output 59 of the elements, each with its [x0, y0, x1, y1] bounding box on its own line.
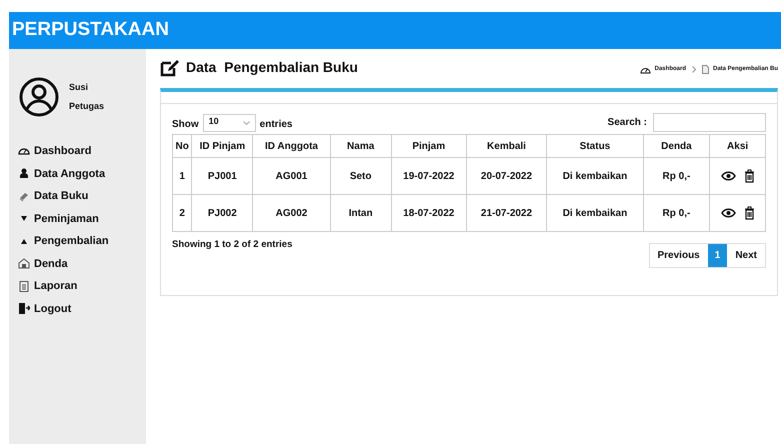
clipboard-icon: [18, 280, 30, 293]
house-icon: [18, 257, 30, 270]
dashboard-icon: [640, 66, 651, 74]
sidebar-link[interactable]: Laporan: [34, 278, 78, 294]
entries-label: entries: [260, 118, 292, 132]
user-name: Susi: [69, 80, 90, 94]
table-cell: Di kembaikan: [546, 158, 644, 194]
eye-icon[interactable]: [720, 208, 736, 218]
sidebar-link[interactable]: Pengembalian: [34, 233, 109, 250]
table-cell: 18-07-2022: [391, 194, 466, 232]
user-role: Petugas: [69, 100, 104, 113]
edit-icon: [160, 58, 180, 76]
page-title: Data Pengembalian Buku: [186, 58, 358, 77]
column-header: Nama: [330, 134, 392, 158]
sidebar-link[interactable]: Logout: [34, 300, 72, 317]
trash-icon[interactable]: [744, 169, 755, 183]
table-cell: 20-07-2022: [466, 158, 547, 194]
door-exit-icon: [18, 302, 30, 316]
entries-info: Showing 1 to 2 of 2 entries: [172, 238, 292, 252]
sidebar-link[interactable]: Dashboard: [34, 143, 92, 160]
document-icon: [702, 65, 709, 74]
sidebar-link[interactable]: Peminjaman: [34, 210, 99, 227]
eye-icon[interactable]: [720, 171, 736, 181]
table-cell: Intan: [330, 194, 392, 232]
search-field[interactable]: [653, 113, 766, 132]
previous-button[interactable]: Previous: [650, 244, 708, 267]
app-title: PERPUSTAKAAN: [12, 18, 169, 42]
table-cell: Rp 0,-: [643, 158, 710, 194]
column-header: No: [172, 134, 192, 158]
table-cell: PJ001: [192, 158, 253, 194]
table-cell: AG001: [252, 158, 330, 194]
column-header: Kembali: [466, 134, 547, 158]
person-icon: [18, 167, 30, 180]
chevron-icon: [692, 66, 696, 73]
table-cell: Seto: [330, 158, 392, 194]
column-header: Status: [546, 134, 644, 158]
sidebar-link[interactable]: Denda: [34, 256, 68, 272]
column-header: Aksi: [710, 134, 766, 158]
avatar-icon: [19, 77, 59, 117]
table-cell: 2: [172, 194, 192, 232]
next-button[interactable]: Next: [727, 244, 765, 267]
trash-icon[interactable]: [744, 206, 755, 220]
table-cell: AG002: [252, 194, 330, 232]
table-cell: PJ002: [192, 194, 253, 232]
column-header: ID Anggota: [252, 134, 330, 158]
search-label: Search :: [608, 116, 647, 130]
column-header: Denda: [643, 134, 710, 158]
table-cell: Di kembaikan: [546, 194, 644, 232]
table-cell: 1: [172, 158, 192, 194]
table-cell: 21-07-2022: [466, 194, 547, 232]
table-cell: Rp 0,-: [643, 194, 710, 232]
entries-select[interactable]: 10: [202, 114, 256, 132]
column-header: Pinjam: [391, 134, 466, 158]
column-header: ID Pinjam: [192, 134, 253, 158]
show-label: Show: [172, 118, 199, 132]
sidebar-link[interactable]: Data Buku: [34, 188, 88, 204]
sidebar-link[interactable]: Data Anggota: [34, 166, 106, 182]
table-cell: 19-07-2022: [391, 158, 466, 194]
caret-icon: [242, 121, 250, 125]
